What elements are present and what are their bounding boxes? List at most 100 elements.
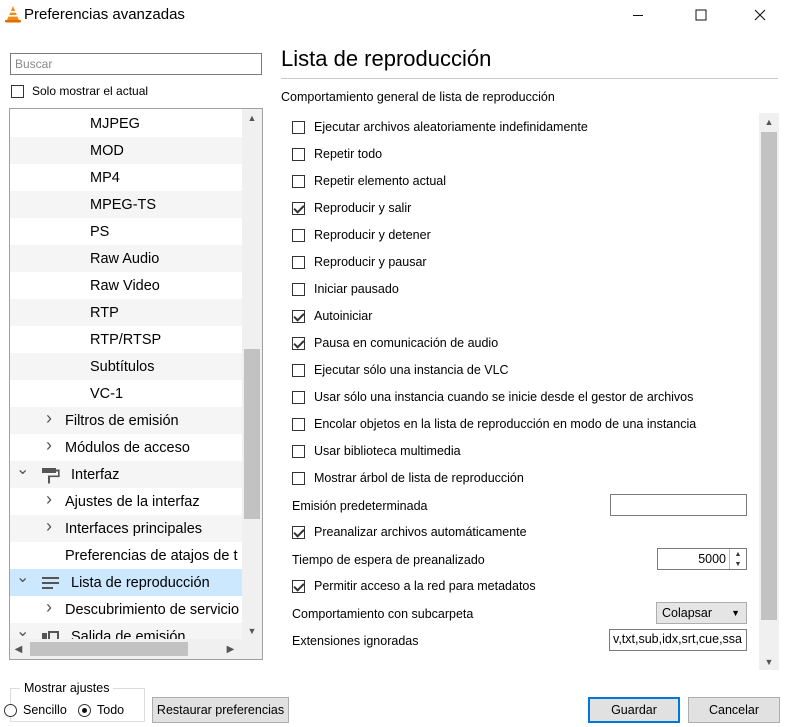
tree-item-label: Raw Audio bbox=[90, 250, 160, 267]
ignored-extensions-input[interactable]: v,txt,sub,idx,srt,cue,ssa bbox=[609, 629, 747, 651]
only-current-toggle[interactable]: Solo mostrar el actual bbox=[11, 84, 148, 98]
tree-hscroll-thumb[interactable] bbox=[30, 642, 188, 656]
chevron-right-icon[interactable]: › bbox=[43, 489, 55, 510]
option-checkbox-row[interactable]: Repetir todo bbox=[292, 147, 382, 161]
option-checkbox-row[interactable]: Reproducir y pausar bbox=[292, 255, 427, 269]
tree-vertical-scrollbar[interactable]: ▲ ▼ bbox=[242, 109, 262, 639]
option-checkbox-row[interactable]: Autoiniciar bbox=[292, 309, 372, 323]
spin-buttons[interactable]: ▲ ▼ bbox=[729, 549, 746, 569]
radio-simple[interactable]: Sencillo bbox=[4, 703, 67, 717]
option-checkbox[interactable] bbox=[292, 228, 305, 242]
tree-item[interactable]: Subtítulos bbox=[10, 353, 242, 380]
save-button[interactable]: Guardar bbox=[588, 697, 680, 723]
scroll-up-arrow-icon[interactable]: ▲ bbox=[759, 113, 779, 130]
tree-item[interactable]: › Módulos de acceso bbox=[10, 434, 242, 461]
default-stream-input[interactable] bbox=[610, 494, 747, 516]
radio-all-button[interactable] bbox=[78, 703, 91, 717]
option-checkbox[interactable] bbox=[292, 390, 305, 404]
tree-scroll-thumb[interactable] bbox=[244, 349, 260, 519]
scroll-down-arrow-icon[interactable]: ▼ bbox=[242, 622, 262, 639]
spin-up-icon[interactable]: ▲ bbox=[730, 549, 746, 559]
tree-item-label: VC-1 bbox=[90, 385, 124, 402]
option-checkbox-row[interactable]: Usar biblioteca multimedia bbox=[292, 444, 461, 458]
cancel-button[interactable]: Cancelar bbox=[688, 697, 780, 723]
option-label: Mostrar árbol de lista de reproducción bbox=[314, 471, 524, 485]
option-checkbox[interactable] bbox=[292, 147, 305, 161]
chevron-right-icon[interactable]: › bbox=[43, 435, 55, 456]
option-checkbox[interactable] bbox=[292, 471, 305, 485]
tree-item[interactable]: Preferencias de atajos de t bbox=[10, 542, 242, 569]
spin-down-icon[interactable]: ▼ bbox=[730, 559, 746, 569]
radio-simple-button[interactable] bbox=[4, 703, 17, 717]
chevron-right-icon[interactable]: › bbox=[43, 597, 55, 618]
option-checkbox-row[interactable]: Encolar objetos en la lista de reproducc… bbox=[292, 417, 696, 431]
options-scroll-thumb[interactable] bbox=[761, 132, 777, 620]
maximize-button[interactable] bbox=[678, 0, 724, 30]
option-checkbox[interactable] bbox=[292, 525, 305, 539]
option-checkbox[interactable] bbox=[292, 417, 305, 431]
scroll-down-arrow-icon[interactable]: ▼ bbox=[759, 653, 779, 670]
chevron-down-icon[interactable]: ⌄ bbox=[16, 459, 29, 479]
option-checkbox[interactable] bbox=[292, 444, 305, 458]
tree-item[interactable]: › Ajustes de la interfaz bbox=[10, 488, 242, 515]
option-checkbox[interactable] bbox=[292, 363, 305, 377]
option-checkbox[interactable] bbox=[292, 174, 305, 188]
option-checkbox-row[interactable]: Usar sólo una instancia cuando se inicie… bbox=[292, 390, 693, 404]
tree-item[interactable]: ⌄ Salida de emisión bbox=[10, 623, 242, 640]
only-current-checkbox[interactable] bbox=[11, 84, 24, 98]
tree-item[interactable]: RTP/RTSP bbox=[10, 326, 242, 353]
option-checkbox-row[interactable]: Reproducir y detener bbox=[292, 228, 431, 242]
close-button[interactable] bbox=[737, 0, 783, 30]
option-label: Comportamiento con subcarpeta bbox=[292, 607, 474, 621]
option-checkbox[interactable] bbox=[292, 201, 305, 215]
option-checkbox[interactable] bbox=[292, 309, 305, 323]
scroll-up-arrow-icon[interactable]: ▲ bbox=[242, 109, 262, 126]
search-input[interactable] bbox=[10, 53, 262, 75]
subfolder-behavior-select[interactable]: Colapsar ▼ bbox=[656, 602, 747, 624]
tree-item[interactable]: VC-1 bbox=[10, 380, 242, 407]
option-checkbox-row[interactable]: Ejecutar archivos aleatoriamente indefin… bbox=[292, 120, 588, 134]
tree-item[interactable]: › Descubrimiento de servicio bbox=[10, 596, 242, 623]
option-checkbox[interactable] bbox=[292, 282, 305, 296]
tree-item[interactable]: MP4 bbox=[10, 164, 242, 191]
tree-horizontal-scrollbar[interactable]: ◀ ▶ bbox=[10, 639, 262, 659]
tree-item[interactable]: PS bbox=[10, 218, 242, 245]
tree-item[interactable]: MOD bbox=[10, 137, 242, 164]
option-checkbox[interactable] bbox=[292, 579, 305, 593]
preferences-tree[interactable]: MJPEG MOD MP4 MPEG-TS PS Raw Audio Raw Video RT… bbox=[9, 108, 263, 660]
tree-item[interactable]: MJPEG bbox=[10, 110, 242, 137]
tree-item[interactable]: MPEG-TS bbox=[10, 191, 242, 218]
scroll-left-arrow-icon[interactable]: ◀ bbox=[10, 639, 27, 659]
option-checkbox-row[interactable]: Mostrar árbol de lista de reproducción bbox=[292, 471, 524, 485]
option-checkbox-row[interactable]: Preanalizar archivos automáticamente bbox=[292, 525, 527, 539]
option-label: Tiempo de espera de preanalizado bbox=[292, 553, 485, 567]
tree-item[interactable]: Raw Audio bbox=[10, 245, 242, 272]
option-checkbox-row[interactable]: Repetir elemento actual bbox=[292, 174, 446, 188]
option-checkbox[interactable] bbox=[292, 120, 305, 134]
option-checkbox-row[interactable]: Pausa en comunicación de audio bbox=[292, 336, 498, 350]
radio-all[interactable]: Todo bbox=[78, 703, 124, 717]
chevron-right-icon[interactable]: › bbox=[43, 408, 55, 429]
tree-item[interactable]: ⌄ Interfaz bbox=[10, 461, 242, 488]
options-vertical-scrollbar[interactable]: ▲ ▼ bbox=[759, 113, 779, 670]
option-checkbox-row[interactable]: Permitir acceso a la red para metadatos bbox=[292, 579, 536, 593]
chevron-right-icon[interactable]: › bbox=[43, 516, 55, 537]
tree-item-label: RTP bbox=[90, 304, 119, 321]
option-checkbox[interactable] bbox=[292, 336, 305, 350]
chevron-down-icon[interactable]: ⌄ bbox=[16, 567, 29, 587]
tree-item[interactable]: › Interfaces principales bbox=[10, 515, 242, 542]
minimize-button[interactable] bbox=[615, 0, 661, 30]
option-checkbox-row[interactable]: Iniciar pausado bbox=[292, 282, 399, 296]
reset-preferences-button[interactable]: Restaurar preferencias bbox=[152, 697, 289, 723]
tree-item[interactable]: Raw Video bbox=[10, 272, 242, 299]
chevron-down-icon[interactable]: ⌄ bbox=[16, 621, 29, 640]
tree-item[interactable]: ⌄ Lista de reproducción bbox=[10, 569, 242, 596]
option-checkbox-row[interactable]: Ejecutar sólo una instancia de VLC bbox=[292, 363, 509, 377]
tree-item[interactable]: RTP bbox=[10, 299, 242, 326]
preparse-timeout-spinbox[interactable]: 5000 ▲ ▼ bbox=[657, 548, 747, 570]
scroll-right-arrow-icon[interactable]: ▶ bbox=[222, 639, 239, 659]
tree-item[interactable]: › Filtros de emisión bbox=[10, 407, 242, 434]
option-checkbox-row[interactable]: Reproducir y salir bbox=[292, 201, 411, 215]
spin-value[interactable]: 5000 bbox=[698, 552, 726, 566]
option-checkbox[interactable] bbox=[292, 255, 305, 269]
